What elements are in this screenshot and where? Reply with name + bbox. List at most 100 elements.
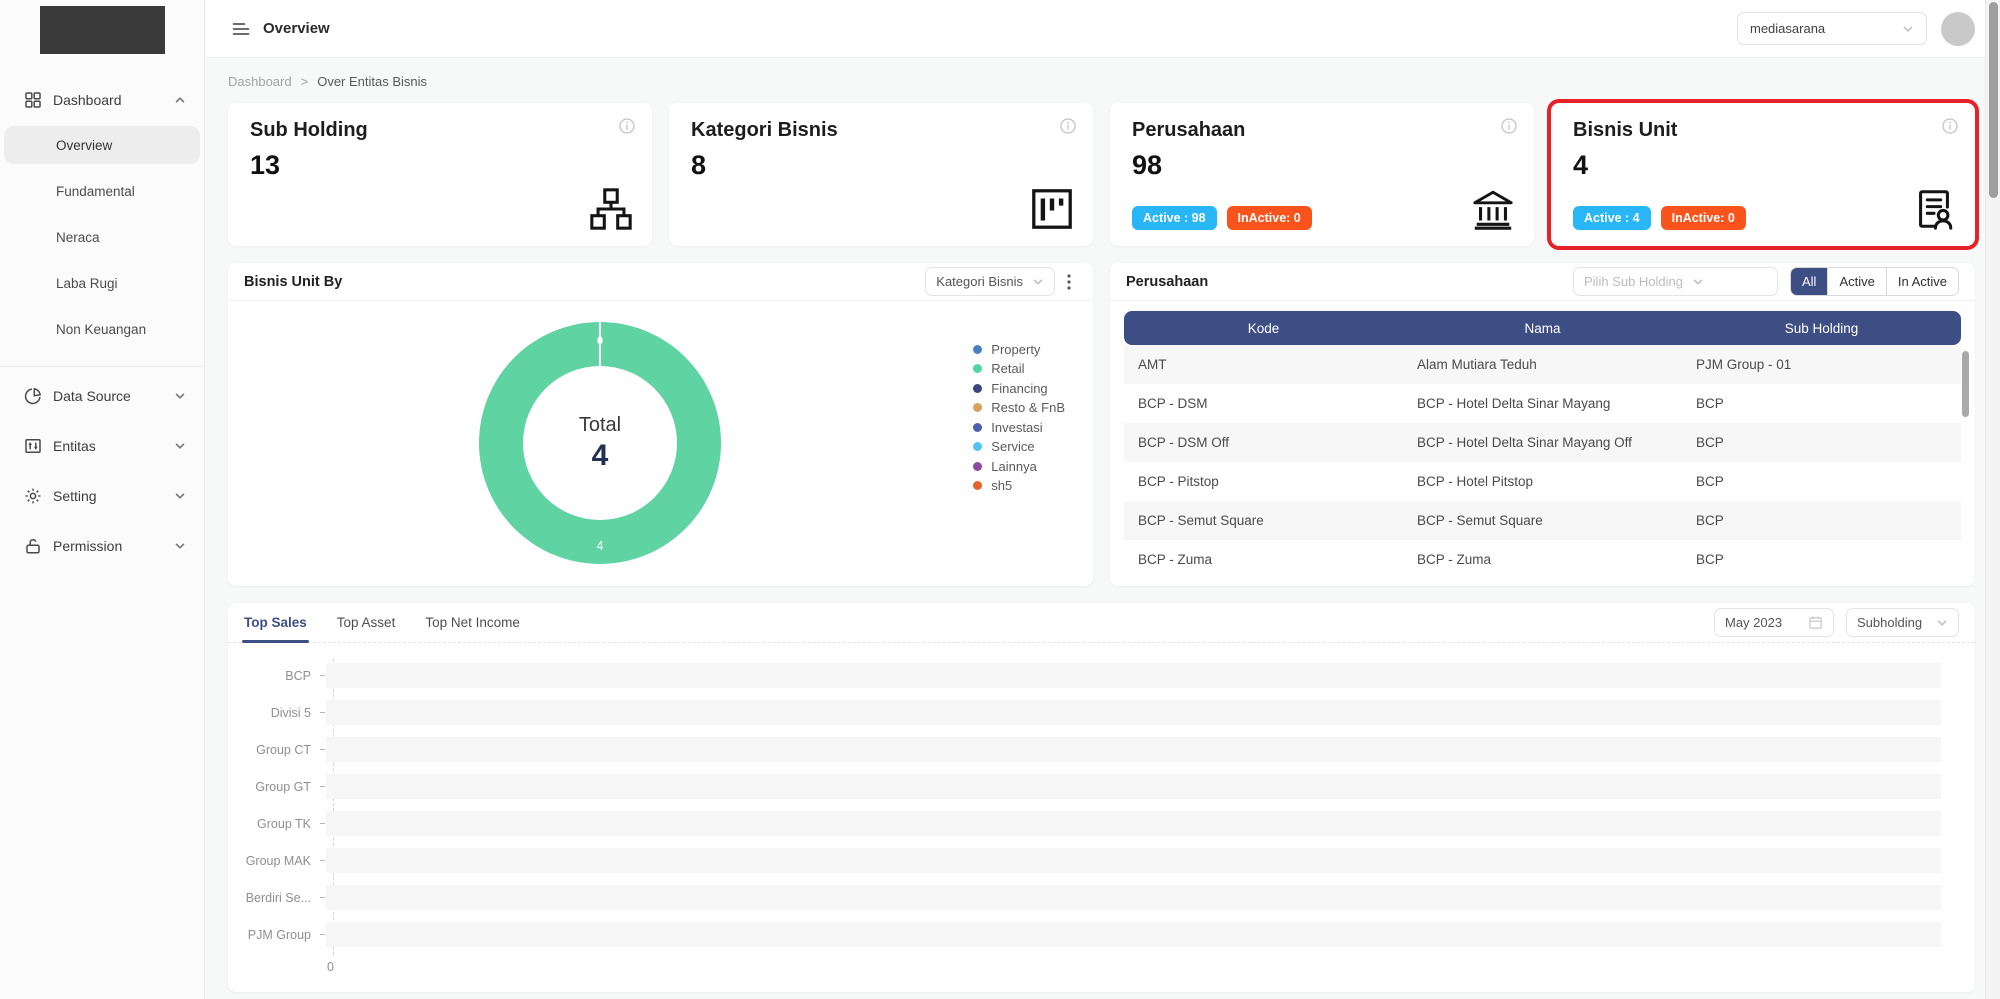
donut-center: Total 4 xyxy=(523,366,677,520)
kebab-menu-icon[interactable] xyxy=(1067,274,1077,290)
sidebar-item-neraca[interactable]: Neraca xyxy=(0,214,204,260)
table-body: AMTAlam Mutiara TeduhPJM Group - 01BCP -… xyxy=(1124,345,1961,579)
table-cell: BCP xyxy=(1682,396,1961,411)
app-logo xyxy=(40,6,165,54)
kanban-icon xyxy=(1029,186,1075,232)
status-badge: InActive: 0 xyxy=(1227,206,1312,230)
legend-item-lainnya[interactable]: Lainnya xyxy=(973,460,1065,473)
tab-top-asset[interactable]: Top Asset xyxy=(337,603,396,642)
page-scrollbar-thumb[interactable] xyxy=(1989,2,1998,198)
breadcrumb-item[interactable]: Dashboard xyxy=(228,74,292,89)
chevron-down-icon xyxy=(1032,276,1044,288)
table-cell: BCP - Pitstop xyxy=(1124,474,1403,489)
sidebar-divider xyxy=(0,366,204,367)
month-picker-value: May 2023 xyxy=(1725,615,1782,630)
legend-dot xyxy=(973,345,982,354)
sidebar-item-dashboard[interactable]: Dashboard xyxy=(0,78,204,122)
bar-chart-row: BCP xyxy=(228,657,1941,694)
segment-active[interactable]: Active xyxy=(1827,268,1885,295)
table-cell: BCP - Semut Square xyxy=(1124,513,1403,528)
entity-icon xyxy=(24,437,42,455)
legend-item-service[interactable]: Service xyxy=(973,441,1065,454)
breadcrumb: Dashboard > Over Entitas Bisnis xyxy=(228,74,1975,89)
sidebar-item-fundamental[interactable]: Fundamental xyxy=(0,168,204,214)
perusahaan-panel: Perusahaan Pilih Sub Holding AllActiveIn… xyxy=(1110,263,1975,586)
stat-card-perusahaan[interactable]: Perusahaan98Active : 98InActive: 0 xyxy=(1110,103,1534,246)
sidebar-item-overview[interactable]: Overview xyxy=(4,126,200,164)
y-axis-tick-label: Group GT xyxy=(228,780,320,794)
legend-item-retail[interactable]: Retail xyxy=(973,363,1065,376)
stat-card-value: 13 xyxy=(250,150,630,181)
info-icon[interactable] xyxy=(1500,117,1518,135)
bisnis-unit-by-panel: Bisnis Unit By Kategori Bisnis 0 4 xyxy=(228,263,1093,586)
tenant-select[interactable]: mediasarana xyxy=(1737,12,1927,45)
y-axis-tick-label: Group MAK xyxy=(228,854,320,868)
table-header-row: KodeNamaSub Holding xyxy=(1124,311,1961,345)
tab-top-net-income[interactable]: Top Net Income xyxy=(425,603,520,642)
pilih-sub-holding-select[interactable]: Pilih Sub Holding xyxy=(1573,267,1778,296)
breadcrumb-separator: > xyxy=(301,74,309,89)
main-area: Overview mediasarana Dashboard>Over Enti… xyxy=(206,0,1985,992)
breadcrumb-item[interactable]: Over Entitas Bisnis xyxy=(317,74,427,89)
table-column-header: Sub Holding xyxy=(1682,321,1961,336)
donut-chart-area: 0 4 Total 4 Property Retail Financing Resto… xyxy=(228,301,1093,585)
tab-top-sales[interactable]: Top Sales xyxy=(244,603,307,642)
chevron-down-icon xyxy=(174,390,186,402)
table-cell: BCP - Hotel Pitstop xyxy=(1403,474,1682,489)
table-cell: BCP - Hotel Delta Sinar Mayang Off xyxy=(1403,435,1682,450)
table-cell: BCP - DSM Off xyxy=(1124,435,1403,450)
info-icon[interactable] xyxy=(1941,117,1959,135)
perusahaan-header: Perusahaan Pilih Sub Holding AllActiveIn… xyxy=(1110,263,1975,301)
org-chart-icon xyxy=(588,186,634,232)
table-row: BCP - DSMBCP - Hotel Delta Sinar MayangB… xyxy=(1124,384,1961,423)
sidebar-item-data-source[interactable]: Data Source xyxy=(0,371,204,421)
stat-card-kategori-bisnis[interactable]: Kategori Bisnis8 xyxy=(669,103,1093,246)
kategori-bisnis-select[interactable]: Kategori Bisnis xyxy=(925,267,1055,296)
table-cell: BCP xyxy=(1682,474,1961,489)
legend-dot xyxy=(973,384,982,393)
sidebar-item-label: Permission xyxy=(53,538,174,554)
info-icon[interactable] xyxy=(1059,117,1077,135)
table-cell: PJM Group - 01 xyxy=(1682,357,1961,372)
sidebar-item-permission[interactable]: Permission xyxy=(0,521,204,571)
segment-all[interactable]: All xyxy=(1791,268,1827,295)
y-axis-tick xyxy=(320,786,325,787)
table-scrollbar-thumb[interactable] xyxy=(1962,351,1969,417)
avatar[interactable] xyxy=(1941,12,1975,46)
page-scrollbar[interactable] xyxy=(1985,0,2000,999)
segment-in-active[interactable]: In Active xyxy=(1886,268,1958,295)
sidebar-item-entitas[interactable]: Entitas xyxy=(0,421,204,471)
y-axis-tick xyxy=(320,749,325,750)
table-column-header: Kode xyxy=(1124,321,1403,336)
top-metrics-header: Top Sales Top Asset Top Net Income May 202… xyxy=(228,603,1975,643)
legend-item-resto-fnb[interactable]: Resto & FnB xyxy=(973,402,1065,415)
subholding-select-value: Subholding xyxy=(1857,615,1922,630)
donut-chart[interactable]: 0 4 Total 4 xyxy=(479,322,721,564)
sidebar-item-setting[interactable]: Setting xyxy=(0,471,204,521)
kategori-bisnis-select-value: Kategori Bisnis xyxy=(936,274,1023,289)
legend-item-sh5[interactable]: sh5 xyxy=(973,480,1065,493)
menu-icon[interactable] xyxy=(232,22,250,36)
stat-card-value: 4 xyxy=(1573,150,1953,181)
legend-item-investasi[interactable]: Investasi xyxy=(973,421,1065,434)
subholding-select[interactable]: Subholding xyxy=(1846,608,1959,637)
legend-item-property[interactable]: Property xyxy=(973,343,1065,356)
stat-card-sub-holding[interactable]: Sub Holding13 xyxy=(228,103,652,246)
sidebar-item-non-keuangan[interactable]: Non Keuangan xyxy=(0,306,204,352)
table-row: AMTAlam Mutiara TeduhPJM Group - 01 xyxy=(1124,345,1961,384)
bar-chart-row: Group MAK xyxy=(228,842,1941,879)
bar-chart-band xyxy=(326,663,1941,688)
stat-card-bisnis-unit[interactable]: Bisnis Unit4Active : 4InActive: 0 xyxy=(1551,103,1975,246)
bar-chart-row: Group GT xyxy=(228,768,1941,805)
month-picker[interactable]: May 2023 xyxy=(1714,608,1834,637)
y-axis-tick-label: Berdiri Se... xyxy=(228,891,320,905)
sidebar-item-laba-rugi[interactable]: Laba Rugi xyxy=(0,260,204,306)
stat-card-badges: Active : 4InActive: 0 xyxy=(1573,206,1746,230)
legend-item-financing[interactable]: Financing xyxy=(973,382,1065,395)
stat-card-title: Perusahaan xyxy=(1132,119,1512,142)
info-icon[interactable] xyxy=(618,117,636,135)
bar-chart-band xyxy=(326,811,1941,836)
bar-chart-band xyxy=(326,885,1941,910)
document-person-icon xyxy=(1911,186,1957,232)
stat-cards-row: Sub Holding13Kategori Bisnis8Perusahaan9… xyxy=(228,103,1975,246)
